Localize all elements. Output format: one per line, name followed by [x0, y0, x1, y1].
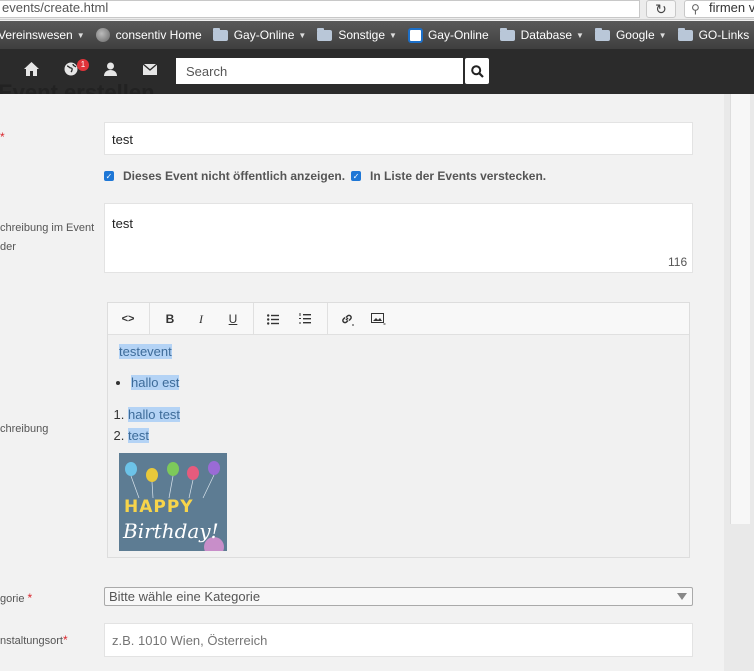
- chevron-down-icon: ▼: [76, 30, 85, 40]
- short-description-label-cont: der: [0, 241, 16, 253]
- bookmark-item[interactable]: GO-Links: [677, 27, 750, 42]
- site-icon: [407, 27, 423, 43]
- chevron-down-icon: ▼: [576, 30, 584, 40]
- image-birthday-text: Birthday!: [123, 519, 219, 543]
- editor-bullet-list[interactable]: hallo est: [131, 375, 180, 390]
- bookmark-item[interactable]: Gay-Online: [407, 27, 489, 43]
- folder-icon: [212, 27, 228, 41]
- browser-toolbar: events/create.html ↻ ⚲ firmen v: [0, 0, 754, 20]
- italic-button[interactable]: I: [191, 310, 211, 328]
- bookmark-label: Google: [615, 28, 655, 42]
- address-bar[interactable]: events/create.html: [0, 0, 640, 18]
- bullet-list-icon: [267, 313, 279, 325]
- editor-paragraph[interactable]: testevent: [119, 344, 172, 359]
- venue-input[interactable]: [104, 623, 693, 657]
- event-name-input[interactable]: test: [104, 122, 693, 155]
- category-label: gorie *: [0, 591, 33, 605]
- underline-button[interactable]: U: [223, 310, 243, 328]
- toolbar-divider: [149, 303, 150, 335]
- short-description-label: chreibung im Event: [0, 222, 95, 234]
- name-required-marker: *: [0, 130, 5, 144]
- venue-label: nstaltungsort*: [0, 633, 68, 647]
- bookmark-label: consentiv Home: [115, 28, 202, 42]
- link-button[interactable]: [337, 310, 357, 328]
- category-selected-value: Bitte wähle eine Kategorie: [109, 589, 261, 604]
- bookmark-label: Sonstige: [338, 28, 386, 42]
- unordered-list-button[interactable]: [263, 310, 283, 328]
- code-view-button[interactable]: <>: [118, 310, 138, 328]
- home-icon[interactable]: [24, 62, 39, 81]
- list-item: test: [128, 428, 149, 443]
- category-select[interactable]: Bitte wähle eine Kategorie: [104, 587, 693, 606]
- folder-icon: [317, 27, 333, 41]
- bookmark-label: Gay-Online: [427, 28, 489, 42]
- search-icon: [470, 64, 484, 78]
- folder-icon: [677, 27, 693, 41]
- bookmarks-bar: Vereinswesen ▼ consentiv Home Gay-Online ▼ So…: [0, 21, 754, 49]
- bookmark-item[interactable]: Vereinswesen ▼: [0, 28, 85, 42]
- toolbar-divider: [327, 303, 328, 335]
- chevron-down-icon: ▼: [298, 30, 307, 40]
- folder-icon: [499, 27, 515, 41]
- character-counter: 116: [668, 255, 688, 269]
- bookmark-item[interactable]: Database ▼: [499, 27, 584, 42]
- editor-ordered-list[interactable]: hallo test test: [128, 404, 181, 446]
- page-title: Event erstellen: [0, 81, 155, 94]
- hide-public-checkbox[interactable]: ✓: [104, 171, 114, 181]
- search-icon: ⚲: [691, 2, 700, 16]
- editor-toolbar: <> B I U: [108, 303, 689, 335]
- list-item: hallo test: [128, 407, 181, 422]
- link-icon: [342, 314, 354, 326]
- paragraph-text: testevent: [119, 344, 172, 359]
- globe-icon: [95, 28, 110, 42]
- image-button[interactable]: [368, 310, 388, 328]
- search-button[interactable]: [465, 58, 489, 84]
- toolbar-divider: [253, 303, 254, 335]
- bookmark-label: GO-Links: [698, 28, 750, 42]
- visibility-options: ✓ Dieses Event nicht öffentlich anzeigen…: [104, 169, 546, 183]
- globe-icon[interactable]: [64, 62, 78, 81]
- chevron-down-icon: [677, 593, 687, 600]
- numbered-list-icon: [299, 313, 311, 324]
- image-happy-text: HAPPY: [124, 497, 194, 517]
- image-icon: [370, 313, 385, 325]
- hide-public-label: Dieses Event nicht öffentlich anzeigen.: [123, 169, 346, 183]
- folder-icon: [594, 27, 610, 41]
- bookmark-item[interactable]: consentiv Home: [95, 28, 202, 42]
- notification-badge: 1: [77, 59, 89, 71]
- ordered-list-button[interactable]: [295, 310, 315, 328]
- birthday-image[interactable]: HAPPY Birthday!: [119, 453, 227, 551]
- short-description-textarea[interactable]: test: [104, 203, 693, 273]
- chevron-down-icon: ▼: [658, 30, 667, 40]
- bookmark-item[interactable]: Sonstige ▼: [317, 27, 397, 42]
- chevron-down-icon: ▼: [389, 30, 397, 40]
- rich-text-editor: <> B I U testevent hallo est hallo test …: [107, 302, 690, 558]
- search-input[interactable]: [176, 58, 463, 84]
- scrollbar-thumb[interactable]: [730, 94, 750, 524]
- hide-list-label: In Liste der Events verstecken.: [370, 169, 547, 183]
- bookmark-label: Gay-Online: [233, 28, 295, 42]
- bookmark-label: Vereinswesen: [0, 28, 73, 42]
- bookmark-item[interactable]: Google ▼: [594, 27, 667, 42]
- envelope-icon[interactable]: [142, 62, 158, 80]
- list-item: hallo est: [131, 375, 180, 390]
- browser-search-value: firmen v: [709, 0, 754, 15]
- description-label: chreibung: [0, 423, 49, 435]
- bold-button[interactable]: B: [160, 310, 180, 328]
- reload-button[interactable]: ↻: [646, 0, 676, 18]
- user-icon[interactable]: [104, 62, 117, 81]
- bookmark-item[interactable]: Gay-Online ▼: [212, 27, 307, 42]
- bookmark-label: Database: [520, 28, 573, 42]
- hide-list-checkbox[interactable]: ✓: [351, 171, 362, 181]
- browser-search-field[interactable]: ⚲ firmen v: [684, 0, 754, 18]
- reload-icon: ↻: [655, 0, 667, 17]
